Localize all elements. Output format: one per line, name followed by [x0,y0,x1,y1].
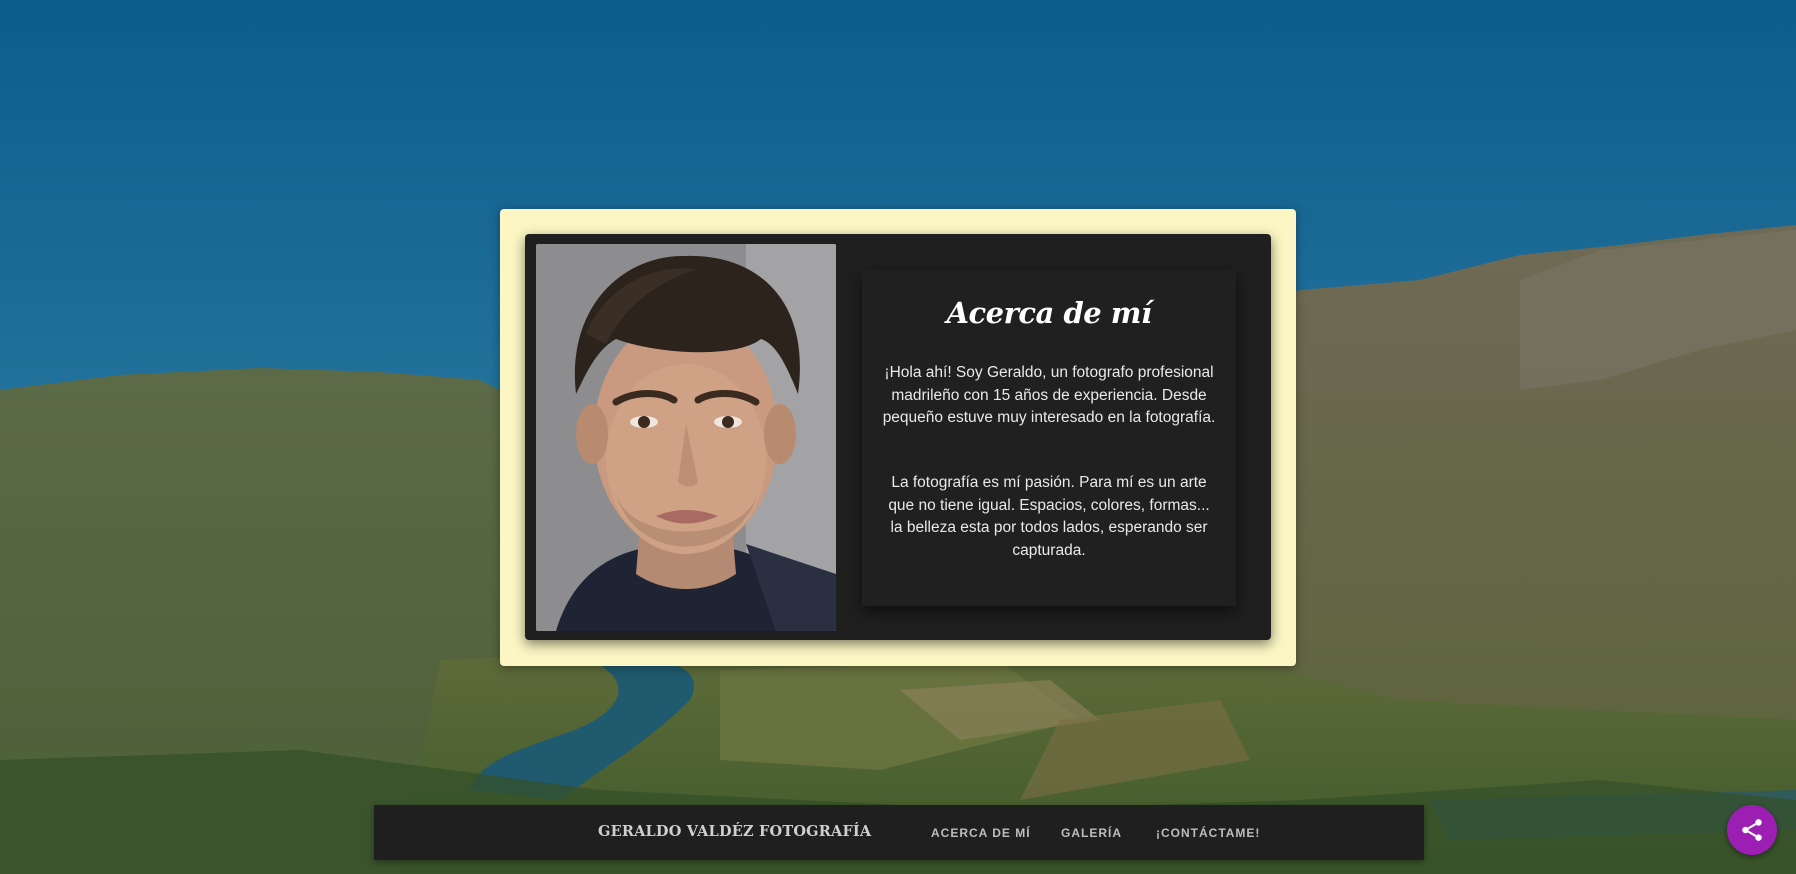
nav-link-contact[interactable]: ¡CONTÁCTAME! [1156,826,1260,840]
brand-logo-link[interactable]: GERALDO VALDÉZ FOTOGRAFÍA [598,823,871,840]
portrait-photo [536,244,836,631]
bottom-navbar [374,805,1424,860]
portrait-image [536,244,836,631]
about-paragraph-1: ¡Hola ahí! Soy Geraldo, un fotografo pro… [882,364,1216,426]
nav-link-about[interactable]: ACERCA DE MÍ [931,826,1031,840]
about-paragraph-2: La fotografía es mí pasión. Para mí es u… [888,474,1210,559]
share-button[interactable] [1727,805,1777,855]
share-icon [1742,819,1762,841]
about-title: Acerca de mí [946,296,1152,330]
nav-link-gallery[interactable]: GALERÍA [1061,826,1122,840]
page: Acerca de mí ¡Hola ahí! Soy Geraldo, un … [0,0,1796,874]
